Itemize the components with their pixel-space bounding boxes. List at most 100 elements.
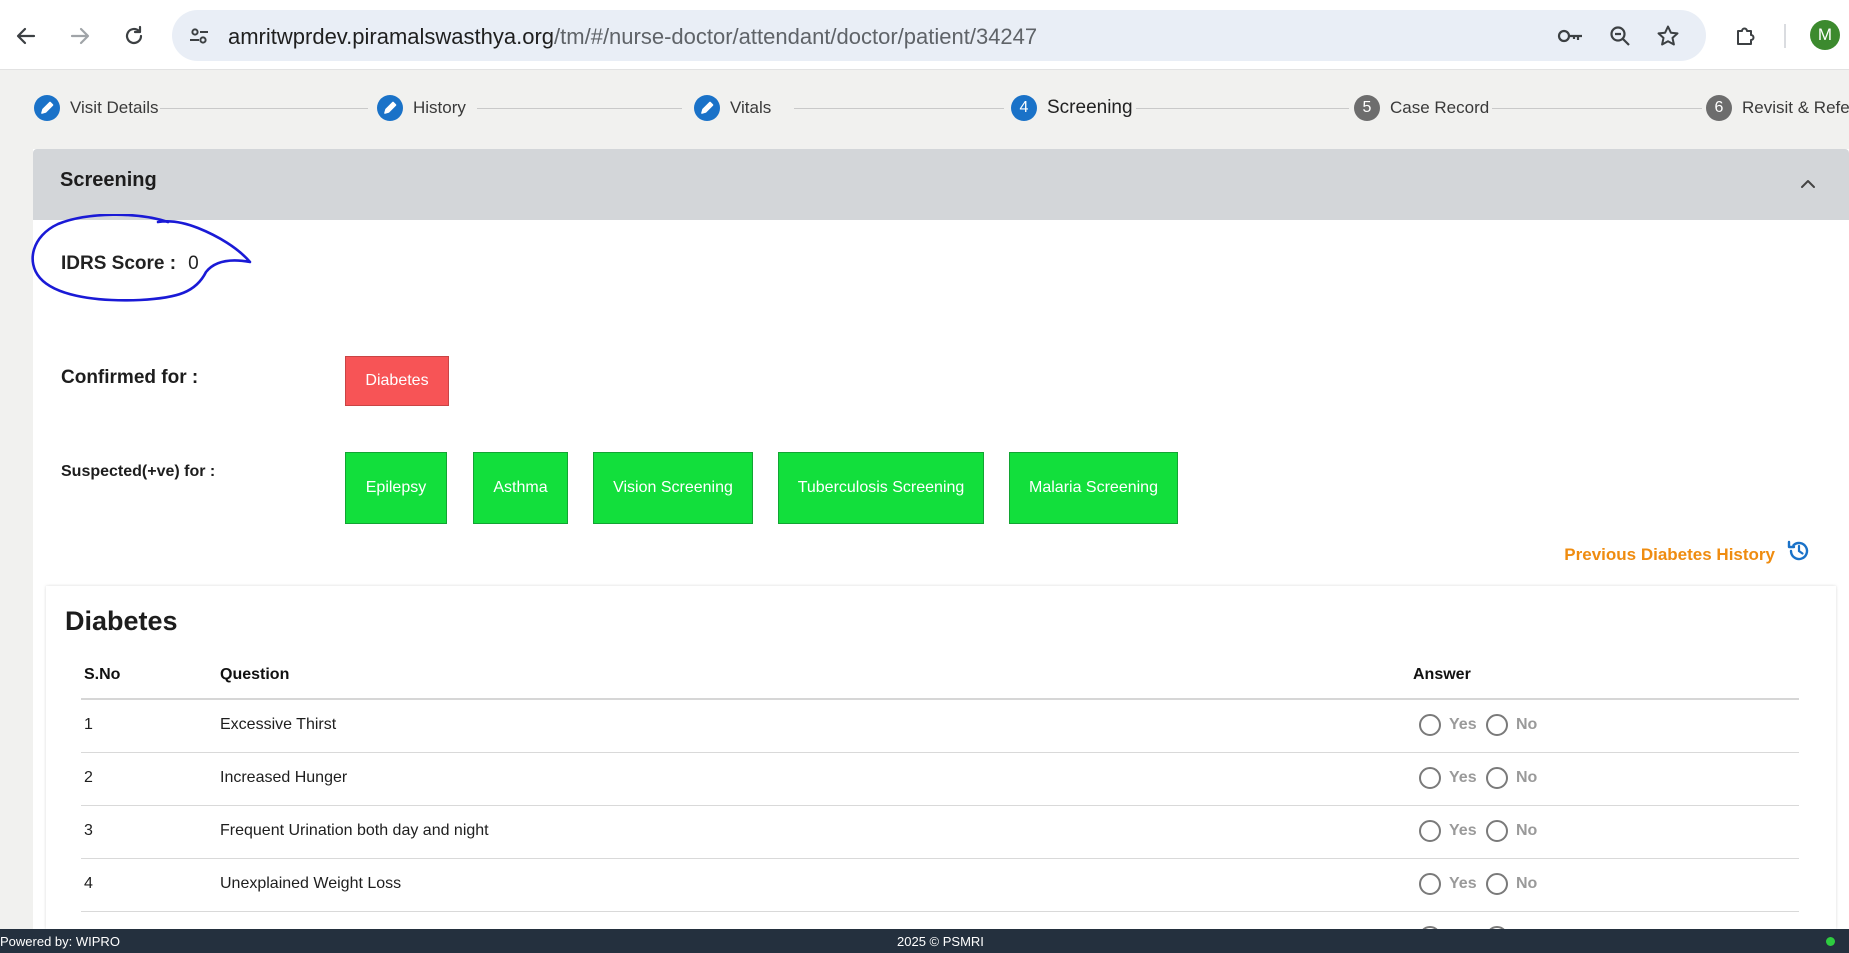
pencil-icon	[377, 95, 403, 121]
step-connector	[1136, 108, 1349, 109]
step-number: 5	[1354, 95, 1380, 121]
step-number: 6	[1706, 95, 1732, 121]
row-question: Unexplained Weight Loss	[220, 875, 402, 892]
step-label: Visit Details	[70, 98, 159, 117]
profile-avatar[interactable]: M	[1810, 20, 1840, 50]
bookmark-star-icon[interactable]	[1654, 22, 1682, 50]
reload-icon[interactable]	[116, 18, 152, 54]
url-text[interactable]: amritwprdev.piramalswasthya.org/tm/#/nur…	[228, 24, 1037, 50]
step-visit-details[interactable]: Visit Details	[34, 95, 159, 121]
table-row: 1 Excessive Thirst Yes No	[81, 700, 1799, 753]
step-label: Vitals	[730, 98, 772, 117]
suspected-chip-vision-screening[interactable]: Vision Screening	[593, 452, 753, 524]
suspected-label: Suspected(+ve) for :	[61, 463, 216, 480]
step-vitals[interactable]: Vitals	[694, 95, 771, 121]
idrs-score-value: 0	[188, 253, 199, 274]
footer-powered-by: Powered by: WIPRO	[0, 934, 120, 949]
row-sno: 2	[84, 769, 93, 786]
confirmed-label: Confirmed for :	[61, 367, 199, 388]
step-label: Screening	[1047, 97, 1133, 118]
radio-label: Yes	[1449, 716, 1477, 733]
screening-panel: Screening IDRS Score : 0 Confirmed for :…	[33, 149, 1849, 948]
step-label: Case Record	[1390, 98, 1490, 117]
key-icon[interactable]	[1556, 22, 1584, 50]
column-question: Question	[220, 666, 290, 683]
pencil-icon	[694, 95, 720, 121]
column-answer: Answer	[1413, 666, 1471, 683]
row-sno: 3	[84, 822, 93, 839]
toolbar-divider	[1784, 24, 1786, 48]
workflow-stepper: Visit Details History Vitals 4 Screening…	[0, 70, 1849, 146]
answer-yes-radio[interactable]: Yes	[1419, 820, 1477, 842]
radio-label: No	[1516, 875, 1538, 892]
step-connector	[160, 108, 368, 109]
panel-title: Screening	[60, 169, 157, 191]
column-sno: S.No	[84, 666, 121, 683]
radio-circle-icon[interactable]	[1419, 767, 1441, 789]
step-connector	[1492, 108, 1702, 109]
answer-no-radio[interactable]: No	[1486, 714, 1537, 736]
suspected-chip-malaria-screening[interactable]: Malaria Screening	[1009, 452, 1178, 524]
answer-no-radio[interactable]: No	[1486, 820, 1537, 842]
site-settings-icon[interactable]	[186, 23, 212, 49]
address-bar[interactable]: amritwprdev.piramalswasthya.org/tm/#/nur…	[172, 10, 1706, 61]
back-arrow-icon[interactable]	[8, 18, 44, 54]
radio-circle-icon[interactable]	[1419, 873, 1441, 895]
radio-circle-icon[interactable]	[1486, 873, 1508, 895]
table-row: 4 Unexplained Weight Loss Yes No	[81, 859, 1799, 912]
step-revisit-refer[interactable]: 6 Revisit & Refer	[1706, 95, 1849, 121]
table-row: 3 Frequent Urination both day and night Ye…	[81, 806, 1799, 859]
radio-label: No	[1516, 769, 1538, 786]
radio-circle-icon[interactable]	[1419, 820, 1441, 842]
extensions-puzzle-icon[interactable]	[1728, 18, 1764, 54]
answer-no-radio[interactable]: No	[1486, 873, 1537, 895]
diabetes-title: Diabetes	[65, 606, 178, 636]
url-path: /tm/#/nurse-doctor/attendant/doctor/pati…	[554, 24, 1038, 49]
pencil-icon	[34, 95, 60, 121]
table-header: S.No Question Answer	[81, 666, 1799, 700]
answer-yes-radio[interactable]: Yes	[1419, 714, 1477, 736]
previous-diabetes-history-link[interactable]: Previous Diabetes History	[1564, 545, 1775, 565]
table-body: 1 Excessive Thirst Yes No 2 Increased Hunger Y…	[81, 700, 1799, 953]
app-footer: Powered by: WIPRO 2025 © PSMRI	[0, 929, 1849, 953]
answer-yes-radio[interactable]: Yes	[1419, 767, 1477, 789]
idrs-score: IDRS Score : 0	[61, 253, 199, 275]
table-row: 2 Increased Hunger Yes No	[81, 753, 1799, 806]
zoom-icon[interactable]	[1606, 22, 1634, 50]
answer-yes-radio[interactable]: Yes	[1419, 873, 1477, 895]
step-history[interactable]: History	[377, 95, 466, 121]
step-screening[interactable]: 4 Screening	[1011, 95, 1133, 121]
row-sno: 1	[84, 716, 93, 733]
radio-circle-icon[interactable]	[1419, 714, 1441, 736]
browser-toolbar: amritwprdev.piramalswasthya.org/tm/#/nur…	[0, 0, 1849, 70]
row-question: Frequent Urination both day and night	[220, 822, 489, 839]
suspected-chip-asthma[interactable]: Asthma	[473, 452, 568, 524]
radio-circle-icon[interactable]	[1486, 820, 1508, 842]
radio-circle-icon[interactable]	[1486, 767, 1508, 789]
radio-label: No	[1516, 716, 1538, 733]
step-label: History	[413, 98, 466, 117]
radio-label: Yes	[1449, 875, 1477, 892]
diabetes-questions-table: S.No Question Answer 1 Excessive Thirst Ye…	[81, 666, 1799, 953]
row-sno: 4	[84, 875, 93, 892]
row-question: Increased Hunger	[220, 769, 348, 786]
step-label: Revisit & Refer	[1742, 98, 1849, 117]
suspected-chip-tuberculosis-screening[interactable]: Tuberculosis Screening	[778, 452, 984, 524]
answer-no-radio[interactable]: No	[1486, 767, 1537, 789]
url-host: amritwprdev.piramalswasthya.org	[228, 24, 555, 49]
step-connector	[794, 108, 1004, 109]
diabetes-card: Diabetes S.No Question Answer 1 Excessive…	[46, 586, 1836, 948]
radio-label: No	[1516, 822, 1538, 839]
forward-arrow-icon[interactable]	[62, 18, 98, 54]
row-question: Excessive Thirst	[220, 716, 337, 733]
history-icon[interactable]	[1785, 537, 1813, 565]
chevron-up-icon[interactable]	[1797, 173, 1819, 195]
step-connector	[477, 108, 682, 109]
idrs-score-label: IDRS Score :	[61, 253, 177, 274]
radio-label: Yes	[1449, 769, 1477, 786]
step-case-record[interactable]: 5 Case Record	[1354, 95, 1489, 121]
confirmed-chip-diabetes[interactable]: Diabetes	[345, 356, 449, 406]
suspected-chip-epilepsy[interactable]: Epilepsy	[345, 452, 447, 524]
panel-header[interactable]: Screening	[33, 149, 1849, 220]
radio-circle-icon[interactable]	[1486, 714, 1508, 736]
